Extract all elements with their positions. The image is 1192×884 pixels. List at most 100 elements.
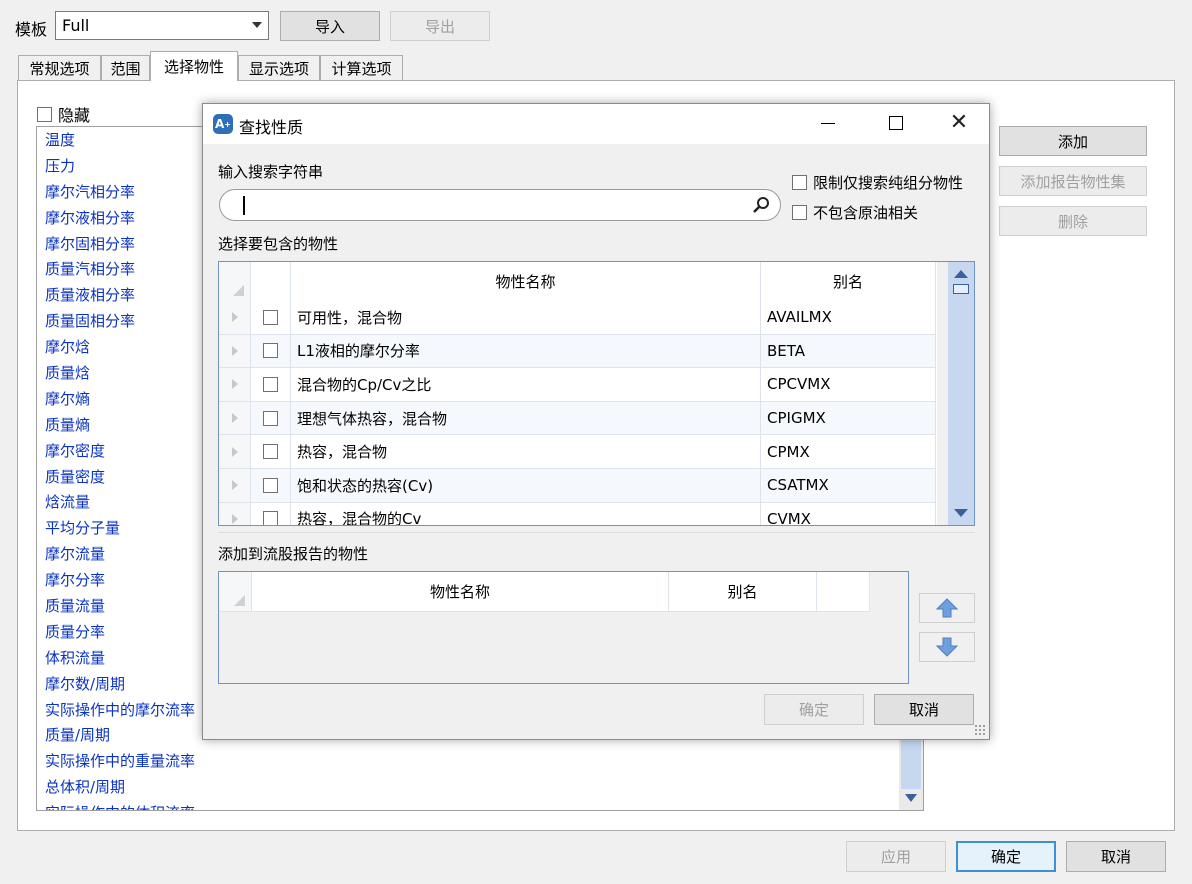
exclude-crude-box [792,205,807,220]
row-arrow-icon [231,480,238,491]
list-item[interactable]: 实际操作中的重量流率 [37,749,897,775]
dialog-title: 查找性质 [239,118,304,137]
table-row[interactable]: L1液相的摩尔分率 BETA [219,334,936,369]
move-down-button[interactable] [919,632,975,662]
corner-triangle-icon [234,595,245,606]
property-alias-cell[interactable]: CPMX [761,435,936,468]
scroll-down-icon[interactable] [954,509,968,517]
corner-triangle-icon [233,285,244,296]
property-alias-cell[interactable]: CPCVMX [761,368,936,401]
table-row[interactable]: 饱和状态的热容(Cv) CSATMX [219,469,936,503]
table-row[interactable]: 可用性，混合物 AVAILMX [219,301,936,335]
property-name-cell[interactable]: 热容，混合物的Cv [291,502,761,525]
table-row[interactable]: 热容，混合物的Cv CVMX [219,502,936,525]
list-item[interactable]: 实际操作中的体积流率 [37,801,897,810]
row-arrow-icon [231,379,238,390]
table-row[interactable]: 热容，混合物 CPMX [219,435,936,469]
arrow-up-icon [936,598,958,618]
search-input[interactable] [219,189,781,221]
chevron-down-icon [252,22,262,28]
property-name-cell[interactable]: 混合物的Cp/Cv之比 [291,368,761,401]
properties-grid[interactable]: 物性名称 别名 可用性，混合物 AVAILMX L1液相的摩尔分率 BETA 混合物的C… [218,261,975,526]
row-checkbox-cell[interactable] [251,334,291,368]
grid-corner [219,262,251,301]
row-checkbox[interactable] [263,511,278,525]
row-checkbox-cell[interactable] [251,469,291,502]
row-checkbox-cell[interactable] [251,301,291,334]
row-checkbox-cell[interactable] [251,502,291,525]
maximize-icon[interactable] [889,116,903,130]
scroll-up-icon[interactable] [954,270,968,278]
cancel-button[interactable]: 取消 [1066,841,1166,872]
row-checkbox[interactable] [263,410,278,426]
row-checkbox-cell[interactable] [251,435,291,468]
property-alias-cell[interactable]: AVAILMX [761,301,936,334]
row-header[interactable] [219,401,251,435]
search-icon[interactable] [752,196,770,214]
template-select[interactable]: Full [55,11,269,40]
grid-scroll-thumb-grip[interactable] [953,284,969,294]
add-report-set-button[interactable]: 添加报告物性集 [999,166,1147,196]
col-header-name[interactable]: 物性名称 [291,262,761,301]
table-row[interactable]: 混合物的Cp/Cv之比 CPCVMX [219,368,936,402]
row-checkbox-cell[interactable] [251,368,291,401]
grid-scrollbar[interactable] [937,262,974,525]
hide-checkbox-label: 隐藏 [58,106,91,125]
row-checkbox[interactable] [263,477,278,493]
export-button[interactable]: 导出 [390,11,490,41]
property-alias-cell[interactable]: CPIGMX [761,401,936,435]
ok-button[interactable]: 确定 [956,841,1056,872]
restrict-pure-label: 限制仅搜索纯组分物性 [813,174,964,192]
tab-range[interactable]: 范围 [101,55,150,80]
table-row[interactable]: 理想气体热容，混合物 CPIGMX [219,401,936,436]
list-item[interactable]: 总体积/周期 [37,775,897,801]
tab-display[interactable]: 显示选项 [238,55,320,80]
resize-grip-icon[interactable] [974,724,986,736]
row-checkbox[interactable] [263,376,278,392]
exclude-crude-label: 不包含原油相关 [813,204,919,222]
exclude-crude-checkbox[interactable]: 不包含原油相关 [792,202,918,223]
property-alias-cell[interactable]: BETA [761,334,936,368]
apply-button[interactable]: 应用 [846,841,946,872]
add-button[interactable]: 添加 [999,126,1147,156]
tab-calc[interactable]: 计算选项 [320,55,403,80]
row-checkbox[interactable] [263,444,278,460]
property-alias-cell[interactable]: CSATMX [761,469,936,502]
move-up-button[interactable] [919,593,975,623]
added-col-header-name[interactable]: 物性名称 [252,572,669,611]
hide-checkbox[interactable]: 隐藏 [37,102,90,126]
row-header[interactable] [219,301,251,334]
dialog-ok-button[interactable]: 确定 [764,694,864,725]
delete-button[interactable]: 删除 [999,206,1147,236]
grid-header: 物性名称 别名 [219,262,936,302]
property-name-cell[interactable]: 饱和状态的热容(Cv) [291,469,761,502]
minimize-icon[interactable] [821,123,835,124]
tab-general[interactable]: 常规选项 [18,55,101,80]
tab-select-properties[interactable]: 选择物性 [150,51,238,81]
grid-scroll-track [948,262,974,525]
row-header[interactable] [219,368,251,401]
property-name-cell[interactable]: L1液相的摩尔分率 [291,334,761,368]
restrict-pure-checkbox[interactable]: 限制仅搜索纯组分物性 [792,172,963,193]
row-header[interactable] [219,502,251,525]
row-checkbox[interactable] [263,343,278,359]
property-alias-cell[interactable]: CVMX [761,502,936,525]
dialog-cancel-button[interactable]: 取消 [874,694,974,725]
close-icon[interactable]: ✕ [948,112,970,134]
col-header-alias[interactable]: 别名 [761,262,936,301]
row-checkbox-cell[interactable] [251,401,291,435]
divider [218,532,975,533]
scroll-down-icon[interactable] [905,794,917,802]
added-properties-grid[interactable]: 物性名称 别名 [218,571,909,684]
row-checkbox[interactable] [263,309,278,325]
property-name-cell[interactable]: 热容，混合物 [291,435,761,468]
import-button[interactable]: 导入 [280,11,380,41]
property-name-cell[interactable]: 理想气体热容，混合物 [291,401,761,435]
added-col-header-alias[interactable]: 别名 [669,572,817,611]
row-header[interactable] [219,469,251,502]
row-header[interactable] [219,435,251,468]
property-name-cell[interactable]: 可用性，混合物 [291,301,761,334]
arrow-down-icon [936,637,958,657]
row-header[interactable] [219,334,251,368]
row-arrow-icon [231,513,238,524]
